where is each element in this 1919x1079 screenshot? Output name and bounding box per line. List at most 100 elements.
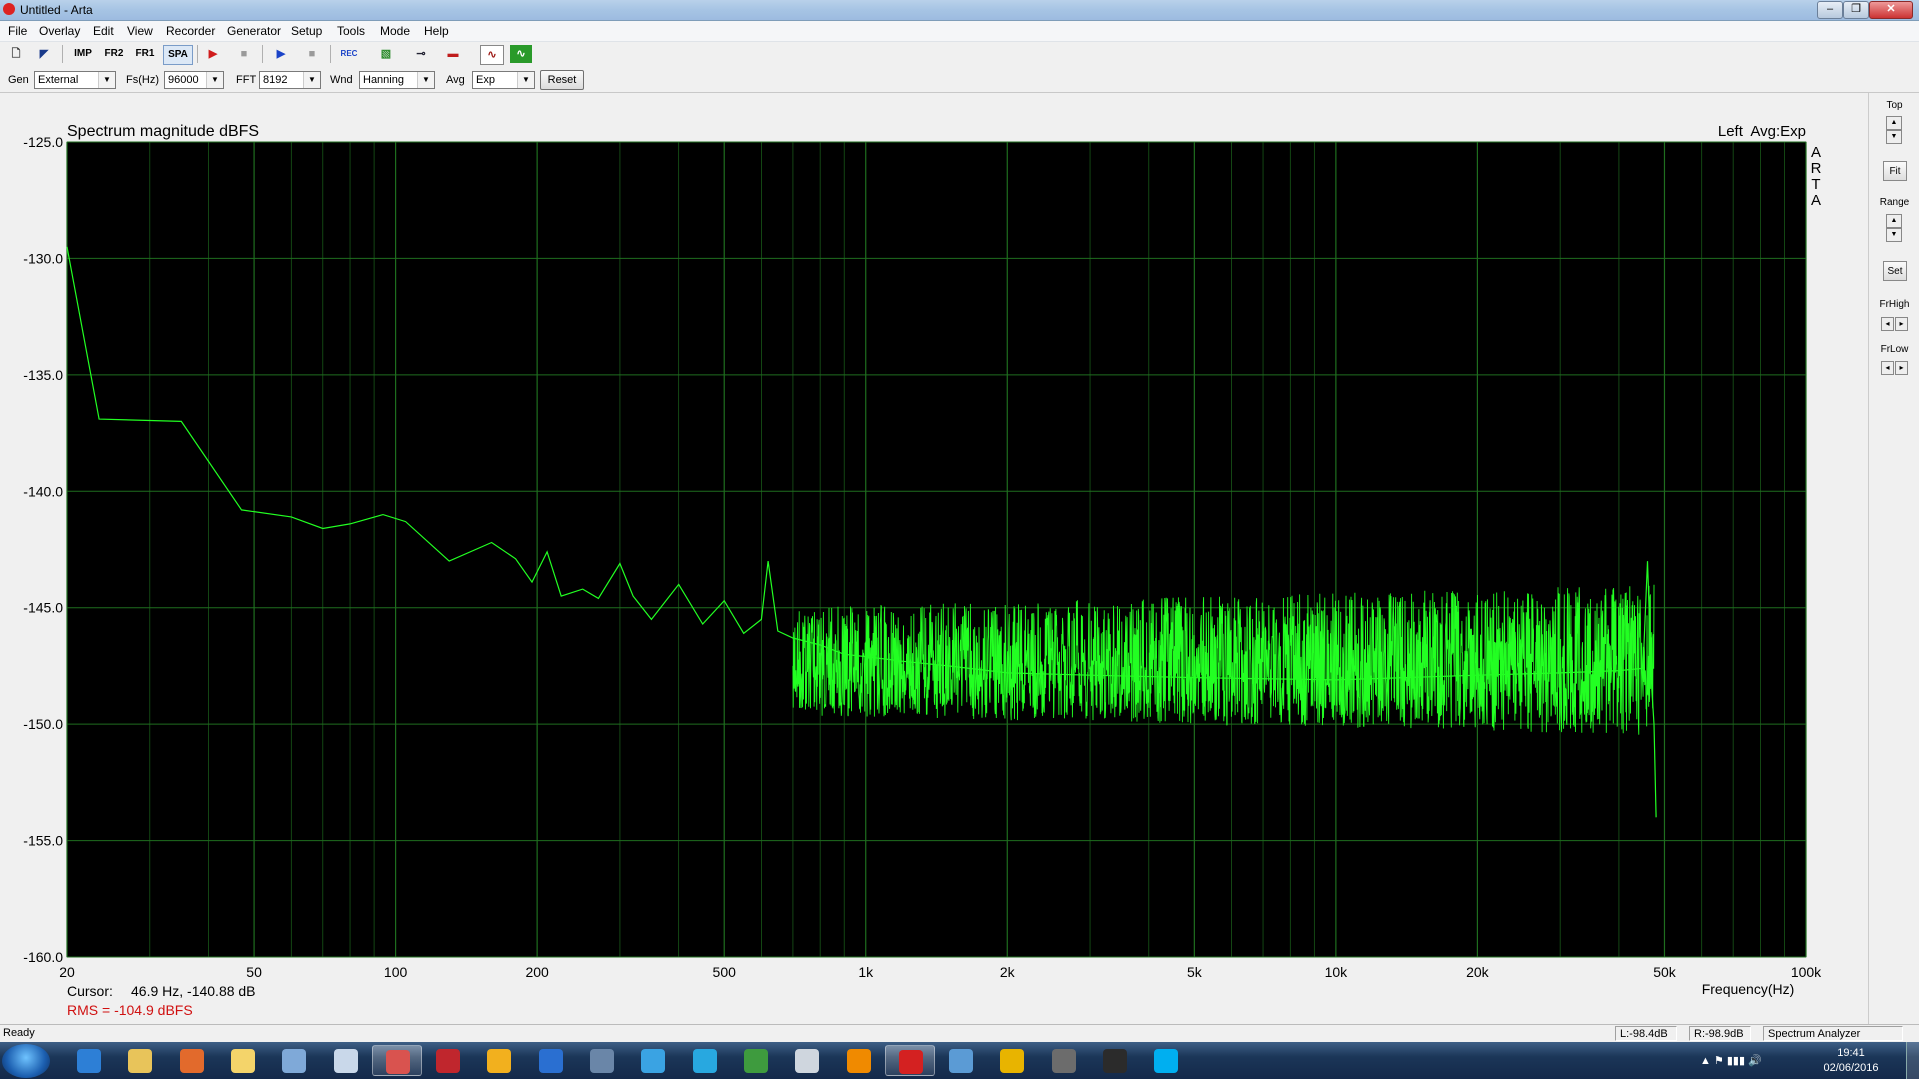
taskbar-app[interactable] [321,1045,371,1076]
taskbar-app[interactable] [834,1045,884,1076]
rec-file-icon[interactable]: REC [336,45,362,63]
range-down-button[interactable]: ▼ [1886,228,1902,242]
winamp-icon [487,1049,512,1073]
range-up-button[interactable]: ▲ [1886,214,1902,228]
x-axis-label: Frequency(Hz) [1702,981,1795,997]
fs-select[interactable]: 96000 ▼ [164,71,224,89]
start-button[interactable] [2,1044,50,1078]
top-down-button[interactable]: ▼ [1886,130,1902,144]
frhigh-right-button[interactable]: ▸ [1895,317,1908,331]
taskbar-app[interactable] [167,1045,217,1076]
stop-icon[interactable]: ■ [233,45,255,63]
meter-icon[interactable]: ∿ [510,45,532,63]
taskbar-app[interactable] [680,1045,730,1076]
x-tick-label: 10k [1325,964,1349,980]
taskbar: ▲ ⚑ ▮▮▮ 🔊 19:41 02/06/2016 [0,1042,1919,1079]
fft-value: 8192 [263,74,288,86]
menu-help[interactable]: Help [424,24,449,38]
frhigh-label: FrHigh [1879,299,1910,310]
frhigh-left-button[interactable]: ◂ [1881,317,1894,331]
avg-select[interactable]: Exp ▼ [472,71,535,89]
stop2-icon[interactable]: ■ [301,45,323,63]
scope-icon[interactable]: ∿ [480,45,504,65]
vlc-icon [846,1049,871,1073]
set-button[interactable]: Set [1883,261,1907,281]
clock-time: 19:41 [1837,1047,1865,1059]
taskbar-app[interactable] [731,1045,781,1076]
fs-label: Fs(Hz) [126,74,159,86]
x-tick-label: 20k [1466,964,1490,980]
taskbar-app[interactable] [115,1045,165,1076]
menu-tools[interactable]: Tools [337,24,365,38]
taskbar-app[interactable] [987,1045,1037,1076]
show-desktop-button[interactable] [1906,1042,1919,1079]
taskbar-app[interactable] [782,1045,832,1076]
taskbar-app[interactable] [884,1045,935,1076]
top-up-button[interactable]: ▲ [1886,116,1902,130]
chevron-down-icon: ▼ [98,72,115,88]
taskbar-app[interactable] [371,1045,422,1076]
menu-edit[interactable]: Edit [93,24,114,38]
fr2-mode-button[interactable]: FR2 [101,45,127,63]
calculator-icon [282,1049,307,1073]
window-title: Untitled - Arta [20,3,93,17]
y-tick-label: -155.0 [23,833,63,849]
menu-overlay[interactable]: Overlay [39,24,80,38]
taskbar-app[interactable] [1090,1045,1140,1076]
taskbar-app[interactable] [577,1045,627,1076]
right-control-panel: Top ▲ ▼ Fit Range ▲ ▼ Set FrHigh ◂ ▸ FrL… [1868,93,1919,1025]
play-icon[interactable]: ▶ [270,45,292,63]
clock[interactable]: 19:41 02/06/2016 [1816,1046,1886,1076]
open-icon[interactable]: ◤ [33,45,55,63]
reset-button[interactable]: Reset [540,70,584,90]
menu-recorder[interactable]: Recorder [166,24,215,38]
gen-select[interactable]: External ▼ [34,71,116,89]
frlow-left-button[interactable]: ◂ [1881,361,1894,375]
wnd-select[interactable]: Hanning ▼ [359,71,435,89]
maximize-button[interactable]: ❐ [1843,1,1869,19]
status-ready: Ready [3,1027,35,1039]
menu-file[interactable]: File [8,24,27,38]
menu-generator[interactable]: Generator [227,24,281,38]
taskbar-app[interactable] [1039,1045,1089,1076]
cursor-label: Cursor: [67,983,113,999]
arta-brand: A R T A [1811,144,1822,209]
paint-icon [385,1050,410,1074]
fr1-mode-button[interactable]: FR1 [132,45,158,63]
flag-icon[interactable]: ▬ [442,45,464,63]
x-tick-label: 20 [59,964,75,980]
new-icon[interactable]: 🗋 [5,45,27,63]
overlay-icon[interactable]: ▧ [375,45,397,63]
system-tray[interactable]: ▲ ⚑ ▮▮▮ 🔊 [1700,1054,1762,1067]
frlow-right-button[interactable]: ▸ [1895,361,1908,375]
toolbar-separator [262,45,263,63]
fit-button[interactable]: Fit [1883,161,1907,181]
menu-mode[interactable]: Mode [380,24,410,38]
taskbar-app[interactable] [423,1045,473,1076]
cursor-value: 46.9 Hz, -140.88 dB [131,983,256,999]
record-icon[interactable]: ▶ [202,45,224,63]
menu-view[interactable]: View [127,24,153,38]
avg-label: Avg [446,74,465,86]
spectrum-chart[interactable]: Spectrum magnitude dBFS Left Avg:Exp A R… [0,93,1868,1025]
imp-mode-button[interactable]: IMP [70,45,96,63]
taskbar-app[interactable] [218,1045,268,1076]
minimize-button[interactable]: – [1817,1,1843,19]
arta-icon [898,1050,923,1074]
taskbar-app[interactable] [526,1045,576,1076]
spa-mode-button[interactable]: SPA [163,45,193,65]
taskbar-app[interactable] [628,1045,678,1076]
close-button[interactable]: ✕ [1869,1,1913,19]
taskbar-app[interactable] [936,1045,986,1076]
rms-readout: RMS = -104.9 dBFS [67,1002,193,1018]
fft-select[interactable]: 8192 ▼ [259,71,321,89]
plot-area[interactable] [66,141,1807,958]
taskbar-app[interactable] [269,1045,319,1076]
taskbar-app[interactable] [474,1045,524,1076]
probe-icon[interactable]: ⊸ [410,45,432,63]
taskbar-app[interactable] [1141,1045,1191,1076]
menu-setup[interactable]: Setup [291,24,322,38]
settings-bar: Gen External ▼ Fs(Hz) 96000 ▼ FFT 8192 ▼… [0,68,1919,93]
taskbar-app[interactable] [64,1045,114,1076]
excel-icon [743,1049,768,1073]
